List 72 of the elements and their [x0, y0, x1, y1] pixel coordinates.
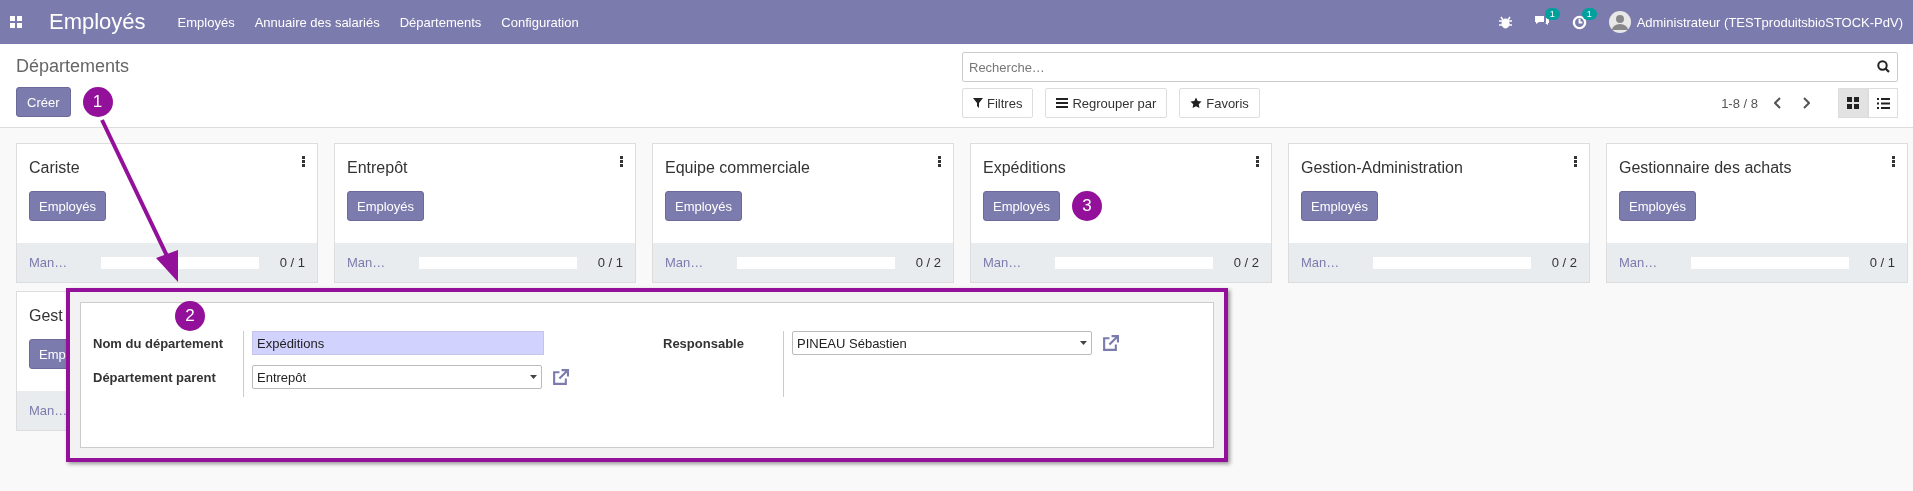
- manager-link[interactable]: Man…: [1619, 255, 1679, 270]
- view-switch-button[interactable]: [1868, 88, 1898, 118]
- menu-item[interactable]: Employés: [177, 14, 235, 30]
- external-link-icon[interactable]: [552, 368, 569, 386]
- employees-button[interactable]: Employés: [1619, 191, 1697, 221]
- card-title: Gest: [29, 306, 63, 325]
- apps-icon[interactable]: [10, 16, 22, 28]
- manager-link[interactable]: Man…: [665, 255, 725, 270]
- bug-icon[interactable]: [1498, 15, 1512, 29]
- search-option-button[interactable]: Regrouper par: [1045, 88, 1168, 118]
- field-label: Département parent: [93, 368, 217, 387]
- more-options-icon[interactable]: [938, 156, 941, 167]
- employees-button[interactable]: Employés: [665, 191, 743, 221]
- more-options-icon[interactable]: [302, 156, 305, 167]
- manager-link[interactable]: Man…: [983, 255, 1043, 270]
- callout-number: 2: [175, 301, 205, 331]
- user-name[interactable]: Administrateur (TESTproduitsbioSTOCK-PdV): [1636, 14, 1903, 30]
- field-label: Responsable: [663, 334, 745, 353]
- external-link-icon[interactable]: [1102, 334, 1119, 352]
- employee-count: 0 / 2: [915, 255, 941, 270]
- employees-button[interactable]: Emp: [29, 339, 68, 369]
- employee-count: 0 / 2: [1551, 255, 1577, 270]
- menu-item[interactable]: Départements: [399, 14, 482, 30]
- menu-icon: [1056, 98, 1069, 108]
- star-icon: [1190, 97, 1203, 109]
- avatar-icon[interactable]: [1608, 11, 1631, 33]
- grid-icon: [1847, 97, 1859, 109]
- manager-link[interactable]: Man…: [347, 255, 407, 270]
- search-icon[interactable]: [1877, 60, 1890, 73]
- employee-count: 0 / 1: [279, 255, 305, 270]
- more-options-icon[interactable]: [1256, 156, 1259, 167]
- clock-icon[interactable]: [1571, 14, 1587, 30]
- card-title: Gestion-Administration: [1301, 158, 1463, 177]
- card-title: Expéditions: [983, 158, 1066, 177]
- callout-number: 1: [82, 87, 113, 117]
- pager: 1-8 / 8: [1721, 95, 1758, 111]
- employee-count: 0 / 1: [597, 255, 623, 270]
- more-options-icon[interactable]: [1892, 156, 1895, 167]
- select-field[interactable]: Entrepôt: [252, 365, 542, 389]
- employees-button[interactable]: Employés: [1301, 191, 1379, 221]
- notification-count: 1: [1544, 8, 1560, 20]
- caret-icon: [1080, 341, 1087, 345]
- more-options-icon[interactable]: [620, 156, 623, 167]
- employee-count: 0 / 1: [1869, 255, 1895, 270]
- employee-count: 0 / 2: [1233, 255, 1259, 270]
- card-title: Equipe commerciale: [665, 158, 810, 177]
- menu-item[interactable]: Configuration: [501, 14, 579, 30]
- manager-link[interactable]: Man…: [29, 255, 89, 270]
- search-option-button[interactable]: Filtres: [962, 88, 1034, 118]
- more-options-icon[interactable]: [1574, 156, 1577, 167]
- manager-link[interactable]: Man…: [1301, 255, 1361, 270]
- card-title: Cariste: [29, 158, 80, 177]
- filter-icon: [973, 98, 983, 108]
- app-title: Employés: [49, 9, 146, 35]
- menu-item[interactable]: Annuaire des salariés: [254, 14, 380, 30]
- search-field[interactable]: Recherche…: [962, 52, 1898, 82]
- card-title: Entrepôt: [347, 158, 408, 177]
- text-field[interactable]: Expéditions: [252, 331, 544, 355]
- callout-number: 3: [1072, 191, 1103, 221]
- view-switch-button[interactable]: [1838, 88, 1868, 118]
- employees-button[interactable]: Employés: [29, 191, 107, 221]
- select-field[interactable]: PINEAU Sébastien: [792, 331, 1092, 355]
- notification-count: 1: [1581, 7, 1597, 20]
- employees-button[interactable]: Employés: [347, 191, 425, 221]
- caret-icon: [530, 375, 537, 379]
- list-icon: [1876, 97, 1890, 109]
- search-option-button[interactable]: Favoris: [1179, 88, 1260, 118]
- employees-button[interactable]: Employés: [983, 191, 1061, 221]
- create-button[interactable]: Créer: [16, 87, 71, 117]
- card-title: Gestionnaire des achats: [1619, 158, 1792, 177]
- field-label: Nom du département: [93, 334, 224, 353]
- breadcrumb: Départements: [16, 56, 131, 77]
